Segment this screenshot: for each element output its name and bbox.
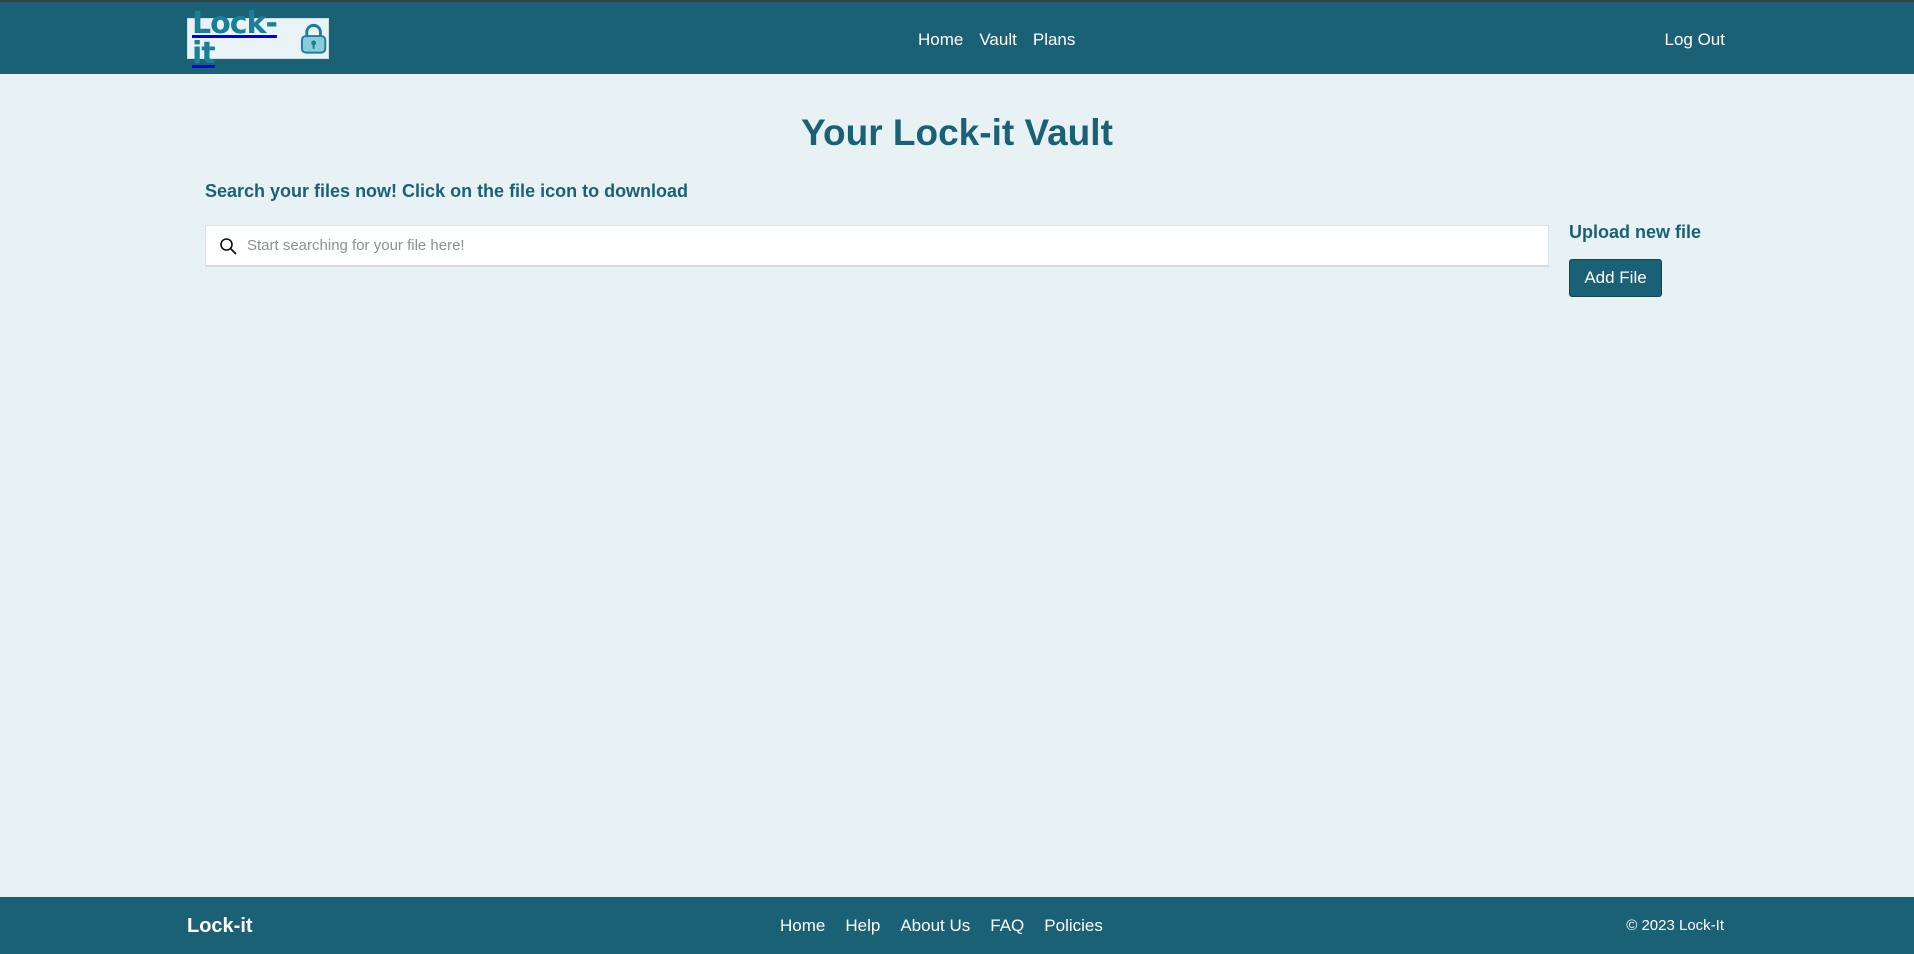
footer-about-link[interactable]: About Us: [900, 916, 970, 936]
nav-home-link[interactable]: Home: [918, 30, 963, 50]
page-title: Your Lock-it Vault: [801, 112, 1113, 153]
search-input[interactable]: [247, 237, 1537, 254]
main-nav: Home Vault Plans: [918, 4, 1091, 76]
footer-policies-link[interactable]: Policies: [1044, 916, 1103, 936]
footer-brand: Lock-it: [187, 915, 253, 937]
search-icon: [220, 237, 237, 254]
site-footer: Lock-it Home Help About Us FAQ Policies …: [0, 897, 1914, 954]
padlock-icon: [300, 23, 327, 54]
account-nav: Log Out: [1665, 4, 1726, 76]
footer-nav: Home Help About Us FAQ Policies: [780, 897, 1123, 954]
nav-vault-link[interactable]: Vault: [979, 30, 1017, 50]
copyright-text: © 2023 Lock-It: [1626, 917, 1724, 934]
search-instructions: Search your files now! Click on the file…: [205, 181, 689, 201]
add-file-button[interactable]: Add File: [1569, 259, 1662, 297]
upload-heading: Upload new file: [1569, 222, 1702, 242]
search-bar: [205, 225, 1549, 267]
brand-logo[interactable]: Lock-it: [187, 8, 329, 68]
logout-link[interactable]: Log Out: [1665, 30, 1726, 50]
top-navbar: Lock-it Home Vault Plans Log Out: [0, 2, 1914, 74]
footer-help-link[interactable]: Help: [845, 916, 880, 936]
footer-faq-link[interactable]: FAQ: [990, 916, 1024, 936]
nav-plans-link[interactable]: Plans: [1033, 30, 1076, 50]
footer-home-link[interactable]: Home: [780, 916, 825, 936]
logo-text: Lock-it: [192, 5, 278, 71]
